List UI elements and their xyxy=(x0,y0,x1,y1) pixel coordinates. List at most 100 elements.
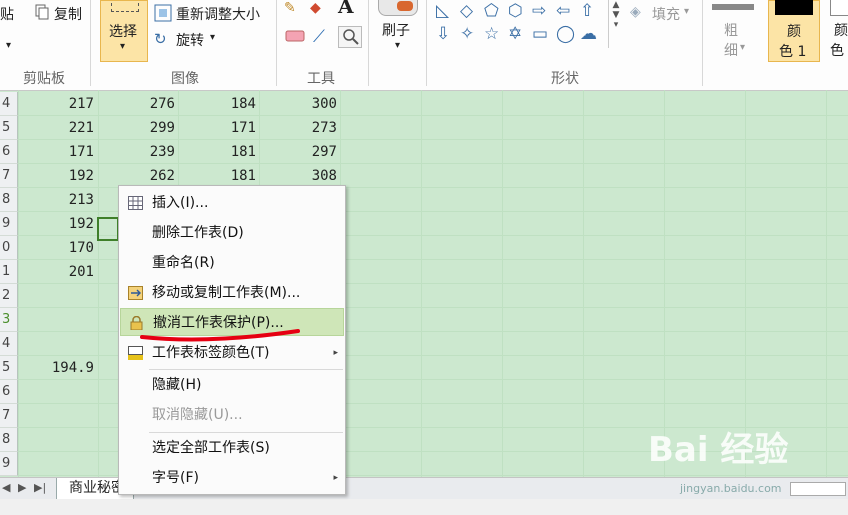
watermark-logo: Bai 经验 xyxy=(648,430,789,470)
magnifier-icon[interactable] xyxy=(338,26,362,48)
menu-item-unhide: 取消隐藏(U)... xyxy=(120,401,344,429)
resize-button[interactable]: 重新调整大小 xyxy=(176,4,260,24)
cloud-shape-icon[interactable]: ☁ xyxy=(580,26,597,43)
menu-item-delete-sheet[interactable]: 删除工作表(D) xyxy=(120,219,344,247)
table-cell[interactable]: 221 xyxy=(14,116,94,140)
table-cell[interactable] xyxy=(14,308,94,332)
table-cell[interactable]: 201 xyxy=(14,260,94,284)
color1-button[interactable]: 颜 色 1 xyxy=(768,0,820,62)
menu-item-label: 插入(I)... xyxy=(152,195,209,211)
callout-rect-shape-icon[interactable]: ▭ xyxy=(532,26,548,43)
table-cell[interactable]: 170 xyxy=(14,236,94,260)
menu-item-label: 字号(F) xyxy=(152,470,199,486)
menu-item-label: 移动或复制工作表(M)... xyxy=(152,285,301,301)
brush-icon xyxy=(378,0,418,16)
table-cell[interactable]: 276 xyxy=(95,92,175,116)
ribbon: 贴 ▾ 复制 剪贴板 选择 ▾ 重新调整大小 ↻ 旋转 ▾ 图像 ✎ ◆ A ⟋… xyxy=(0,0,848,91)
fill-button[interactable]: 填充 xyxy=(652,4,680,24)
image-group-label: 图像 xyxy=(171,71,199,87)
status-bar xyxy=(0,499,848,515)
size-label-line1[interactable]: 粗 xyxy=(724,20,738,40)
hexagon-shape-icon[interactable]: ⬡ xyxy=(508,3,523,20)
diamond-shape-icon[interactable]: ◇ xyxy=(460,3,473,20)
menu-item-font-size[interactable]: 字号(F) ▸ xyxy=(120,464,344,492)
submenu-arrow-icon: ▸ xyxy=(333,348,338,358)
table-cell[interactable]: 217 xyxy=(14,92,94,116)
chevron-down-icon: ▾ xyxy=(120,41,126,52)
first-sheet-icon[interactable]: ◀ xyxy=(2,481,10,494)
shapes-gallery[interactable]: ◺ ◇ ⬠ ⬡ ⇨ ⇦ ⇧ ⇩ ✧ ☆ ✡ ▭ ◯ ☁ xyxy=(432,0,610,50)
down-arrow-shape-icon[interactable]: ⇩ xyxy=(436,26,450,43)
text-tool-icon[interactable]: A xyxy=(338,0,354,18)
menu-item-hide[interactable]: 隐藏(H) xyxy=(120,371,344,399)
triangle-shape-icon[interactable]: ◺ xyxy=(436,3,449,20)
table-cell[interactable]: 213 xyxy=(14,188,94,212)
up-arrow-shape-icon[interactable]: ⇧ xyxy=(580,3,594,20)
color1-label-line2: 色 1 xyxy=(779,44,807,60)
menu-item-label: 重命名(R) xyxy=(152,255,215,271)
menu-item-move-copy[interactable]: 移动或复制工作表(M)... xyxy=(120,279,344,307)
table-cell[interactable] xyxy=(14,284,94,308)
table-cell[interactable]: 239 xyxy=(95,140,175,164)
fill-icon: ◈ xyxy=(630,4,641,20)
color2-swatch xyxy=(830,0,848,16)
table-cell[interactable]: 192 xyxy=(14,212,94,236)
table-cell[interactable]: 297 xyxy=(257,140,337,164)
table-cell[interactable]: 192 xyxy=(14,164,94,188)
pentagon-shape-icon[interactable]: ⬠ xyxy=(484,3,499,20)
four-point-star-shape-icon[interactable]: ✧ xyxy=(460,26,474,43)
last-sheet-icon[interactable]: ▶| xyxy=(34,481,46,494)
table-cell[interactable]: 194.9 xyxy=(14,356,94,380)
rotate-dropdown-icon[interactable]: ▾ xyxy=(210,32,215,43)
pencil-icon[interactable]: ✎ xyxy=(284,0,296,16)
size-dropdown-icon[interactable]: ▾ xyxy=(740,42,745,53)
table-cell[interactable]: 184 xyxy=(176,92,256,116)
paste-button[interactable]: 贴 xyxy=(0,4,14,24)
size-icon xyxy=(712,4,754,10)
five-point-star-shape-icon[interactable]: ☆ xyxy=(484,26,499,43)
callout-oval-shape-icon[interactable]: ◯ xyxy=(556,26,575,43)
right-arrow-shape-icon[interactable]: ⇨ xyxy=(532,3,546,20)
menu-item-insert[interactable]: 插入(I)... xyxy=(120,189,344,217)
table-icon xyxy=(128,196,143,210)
table-cell[interactable]: 171 xyxy=(176,116,256,140)
move-sheet-icon xyxy=(128,286,143,300)
table-cell[interactable]: 300 xyxy=(257,92,337,116)
fill-dropdown-icon[interactable]: ▾ xyxy=(684,6,689,17)
brush-button[interactable]: 刷子 xyxy=(382,20,410,40)
color2-label-line1: 颜 xyxy=(834,23,848,39)
tools-group-label: 工具 xyxy=(307,71,335,87)
color2-button[interactable]: 颜 色 xyxy=(826,0,848,62)
select-button[interactable]: 选择 ▾ xyxy=(100,0,148,62)
table-cell[interactable]: 171 xyxy=(14,140,94,164)
table-cell[interactable]: 299 xyxy=(95,116,175,140)
copy-button[interactable]: 复制 xyxy=(54,4,82,24)
watermark-url: jingyan.baidu.com xyxy=(680,482,782,495)
brush-dropdown-icon[interactable]: ▾ xyxy=(395,40,400,51)
color-picker-icon[interactable]: ⟋ xyxy=(313,27,325,47)
horizontal-scrollbar[interactable] xyxy=(790,482,846,496)
red-underline-annotation xyxy=(140,329,300,342)
table-cell[interactable] xyxy=(14,404,94,428)
table-cell[interactable] xyxy=(14,380,94,404)
fill-bucket-icon[interactable]: ◆ xyxy=(310,0,321,16)
eraser-icon[interactable] xyxy=(284,28,306,48)
table-cell[interactable] xyxy=(14,452,94,476)
menu-item-rename[interactable]: 重命名(R) xyxy=(120,249,344,277)
left-arrow-shape-icon[interactable]: ⇦ xyxy=(556,3,570,20)
table-cell[interactable] xyxy=(14,332,94,356)
table-cell[interactable]: 273 xyxy=(257,116,337,140)
color1-label-line1: 颜 xyxy=(787,24,801,40)
menu-item-select-all-sheets[interactable]: 选定全部工作表(S) xyxy=(120,434,344,462)
table-cell[interactable]: 181 xyxy=(176,140,256,164)
paste-dropdown-icon[interactable]: ▾ xyxy=(6,40,11,51)
size-label-line2[interactable]: 细 xyxy=(724,40,738,60)
rotate-button[interactable]: 旋转 xyxy=(176,30,204,50)
copy-icon xyxy=(34,4,50,24)
six-point-star-shape-icon[interactable]: ✡ xyxy=(508,26,522,43)
rotate-icon: ↻ xyxy=(154,30,167,48)
prev-sheet-icon[interactable]: ▶ xyxy=(18,481,26,494)
shapes-scroll[interactable]: ▲ ▼ ▾ xyxy=(608,0,623,48)
table-cell[interactable] xyxy=(14,428,94,452)
active-cell[interactable] xyxy=(97,217,119,241)
